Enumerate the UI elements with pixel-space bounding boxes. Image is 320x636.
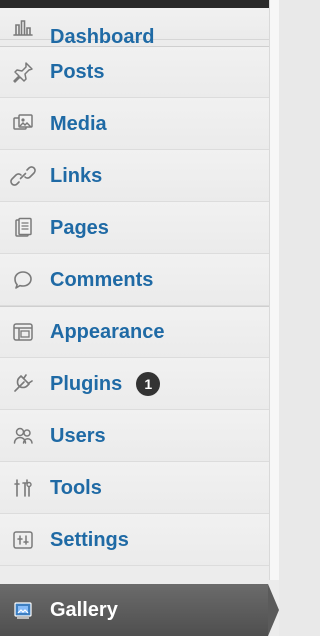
menu-group-admin: Appearance Plugins 1 Users Tools Setting… [0, 306, 269, 566]
menu-item-label: Settings [50, 528, 129, 551]
menu-item-label: Plugins [50, 372, 123, 395]
settings-icon [8, 528, 38, 552]
plugin-update-badge: 1 [136, 371, 161, 396]
menu-item-label: Appearance [50, 321, 165, 343]
menu-item-label: Links [50, 164, 103, 187]
dashboard-icon [8, 15, 38, 39]
users-icon [8, 424, 38, 448]
menu-item-label: Media [50, 112, 107, 135]
menu-item-pages[interactable]: Pages [0, 202, 269, 254]
menu-item-posts[interactable]: Posts [0, 46, 269, 98]
menu-item-label: Dashboard [50, 26, 155, 48]
admin-sidebar-menu: Dashboard Posts Media Links Pages Commen… [0, 0, 279, 636]
menu-item-media[interactable]: Media [0, 98, 269, 150]
menu-item-gallery-active[interactable]: Gallery [0, 584, 279, 636]
active-menu-item-wrap: Gallery [0, 584, 279, 636]
menu-item-plugins[interactable]: Plugins 1 [0, 358, 269, 410]
comment-icon [8, 268, 38, 292]
menu-group-top: Dashboard [0, 0, 269, 47]
pin-icon [8, 60, 38, 84]
media-icon [8, 112, 38, 136]
sidebar-edge [269, 0, 279, 580]
top-bar [0, 0, 269, 8]
menu-item-label: Posts [50, 61, 105, 83]
menu-item-label: Users [50, 424, 106, 447]
menu-item-label: Gallery [50, 599, 118, 621]
menu-group-content: Posts Media Links Pages Comments [0, 46, 269, 306]
menu-item-label: Tools [50, 476, 102, 499]
menu-item-links[interactable]: Links [0, 150, 269, 202]
menu-item-settings[interactable]: Settings [0, 514, 269, 566]
menu-item-tools[interactable]: Tools [0, 462, 269, 514]
appearance-icon [8, 320, 38, 344]
pages-icon [8, 216, 38, 240]
plugin-icon [8, 372, 38, 396]
menu-item-label: Pages [50, 216, 109, 239]
menu-item-appearance[interactable]: Appearance [0, 306, 269, 358]
gallery-icon [8, 598, 38, 622]
link-icon [8, 164, 38, 188]
menu-item-label: Comments [50, 268, 154, 291]
menu-item-dashboard[interactable]: Dashboard [0, 8, 269, 47]
tools-icon [8, 476, 38, 500]
menu-item-comments[interactable]: Comments [0, 254, 269, 306]
menu-item-users[interactable]: Users [0, 410, 269, 462]
